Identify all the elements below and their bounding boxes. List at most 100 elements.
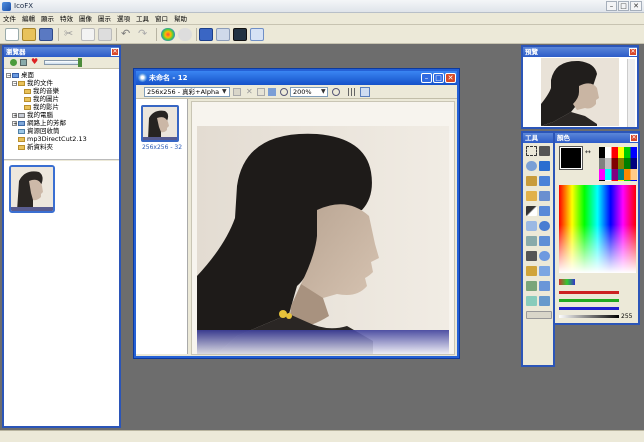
color-palette-row[interactable] — [599, 158, 637, 169]
alpha-slider[interactable] — [559, 315, 619, 318]
crop-tool-icon[interactable] — [539, 146, 550, 156]
close-button[interactable]: ✕ — [630, 1, 642, 11]
menu-tools[interactable]: 工具 — [133, 13, 152, 25]
document-toolbar: 256x256 - 真彩+Alpha ▼ ✕ 200% ▼ — [136, 85, 457, 99]
paste-icon[interactable] — [98, 28, 112, 41]
doc-minimize-button[interactable]: – — [421, 73, 432, 83]
tree-item[interactable]: mp3DirectCut2.13 — [6, 135, 118, 143]
canvas-background-icon[interactable] — [360, 87, 370, 97]
menu-help[interactable]: 幫助 — [171, 13, 190, 25]
color-replace-tool-icon[interactable] — [539, 281, 550, 291]
grid-icon[interactable] — [348, 88, 356, 96]
tree-item[interactable]: − 我的文件 — [6, 79, 118, 87]
open-icon[interactable] — [22, 28, 36, 41]
format-thumbnail[interactable] — [141, 105, 179, 142]
gradient-tool-icon[interactable] — [539, 236, 550, 246]
zoom-icon[interactable] — [250, 28, 264, 41]
browser-close-button[interactable]: ✕ — [111, 48, 119, 56]
tree-item[interactable]: 我的音樂 — [6, 87, 118, 95]
undo-icon[interactable]: ↶ — [121, 28, 135, 41]
ellipse-tool-icon[interactable] — [539, 221, 550, 231]
chevron-down-icon[interactable]: ▼ — [222, 88, 229, 96]
maximize-button[interactable]: □ — [618, 1, 629, 11]
fill-tool-icon[interactable] — [526, 191, 537, 201]
blue-slider[interactable] — [559, 307, 619, 310]
tree-item[interactable]: 資源回收筒 — [6, 127, 118, 135]
refresh-icon[interactable] — [10, 59, 17, 66]
preview-scrollbar[interactable] — [627, 59, 635, 127]
menu-window[interactable]: 窗口 — [152, 13, 171, 25]
copy-icon[interactable] — [81, 28, 95, 41]
minimize-button[interactable]: – — [606, 1, 617, 11]
color-palette-row[interactable] — [599, 169, 637, 180]
slider-thumb[interactable] — [78, 58, 82, 67]
lasso-tool-icon[interactable] — [526, 161, 537, 171]
thumbnail-size-slider[interactable] — [44, 60, 82, 65]
format-thumbnail-image — [143, 107, 177, 140]
pencil-tool-icon[interactable] — [526, 176, 537, 186]
tree-item[interactable]: + 我的電腦 — [6, 111, 118, 119]
screen-capture-icon[interactable] — [233, 28, 247, 41]
menu-edit[interactable]: 編輯 — [19, 13, 38, 25]
spray-tool-icon[interactable] — [539, 191, 550, 201]
doc-maximize-button[interactable]: □ — [433, 73, 444, 83]
color-spectrum-picker[interactable] — [559, 185, 636, 273]
menu-file[interactable]: 文件 — [0, 13, 19, 25]
new-format-icon[interactable] — [233, 88, 241, 96]
image-icon[interactable] — [199, 28, 213, 41]
menu-effects[interactable]: 特效 — [57, 13, 76, 25]
blur-tool-icon[interactable] — [526, 266, 537, 276]
extract-icon[interactable] — [216, 28, 230, 41]
folder-up-icon[interactable] — [20, 59, 27, 66]
favorite-icon[interactable]: ♥ — [31, 58, 39, 66]
green-slider[interactable] — [559, 299, 619, 302]
colors-close-button[interactable]: ✕ — [630, 134, 638, 142]
menu-view[interactable]: 顯示 — [38, 13, 57, 25]
new-icon[interactable] — [5, 28, 19, 41]
save-icon[interactable] — [39, 28, 53, 41]
format-select[interactable]: 256x256 - 真彩+Alpha — [144, 87, 230, 97]
brush-size-selector[interactable] — [526, 311, 552, 319]
tree-item[interactable]: − 桌面 — [6, 71, 118, 79]
tree-item[interactable]: + 網路上的芳鄰 — [6, 119, 118, 127]
export-icon[interactable] — [268, 88, 276, 96]
zoom-out-icon[interactable] — [280, 88, 288, 96]
redo-icon[interactable]: ↷ — [138, 28, 152, 41]
rectangle-tool-icon[interactable] — [539, 206, 550, 216]
sharpen-tool-icon[interactable] — [539, 266, 550, 276]
preview-close-button[interactable]: ✕ — [629, 48, 637, 56]
eraser-tool-icon[interactable] — [526, 236, 537, 246]
cut-icon[interactable]: ✂ — [64, 28, 78, 41]
tree-item[interactable]: 我的圖片 — [6, 95, 118, 103]
doc-close-button[interactable]: ✕ — [445, 73, 456, 83]
foreground-color-swatch[interactable] — [560, 147, 582, 169]
burn-tool-icon[interactable] — [539, 296, 550, 306]
swap-colors-icon[interactable]: ↔ — [585, 148, 591, 156]
tree-item[interactable]: 新資料夾 — [6, 143, 118, 151]
tree-item[interactable]: 我的影片 — [6, 103, 118, 111]
brush-tool-icon[interactable] — [539, 176, 550, 186]
selection-tool-icon[interactable] — [526, 146, 537, 156]
magic-wand-icon[interactable] — [539, 161, 550, 171]
windows-icon[interactable] — [161, 28, 175, 41]
eyedropper-tool-icon[interactable] — [526, 251, 537, 261]
panel-splitter[interactable] — [4, 159, 119, 161]
red-slider[interactable] — [559, 291, 619, 294]
zoom-chevron-down-icon[interactable]: ▼ — [321, 88, 326, 96]
zoom-in-icon[interactable] — [332, 88, 340, 96]
menu-options[interactable]: 選項 — [114, 13, 133, 25]
rounded-rect-tool-icon[interactable] — [526, 221, 537, 231]
browser-thumbnail[interactable] — [9, 165, 55, 213]
import-icon[interactable] — [257, 88, 265, 96]
menu-icon[interactable]: 圖示 — [95, 13, 114, 25]
delete-format-icon[interactable]: ✕ — [246, 87, 253, 96]
menu-image[interactable]: 圖像 — [76, 13, 95, 25]
apple-icon[interactable] — [178, 28, 192, 41]
icon-canvas[interactable] — [197, 126, 449, 354]
smudge-tool-icon[interactable] — [526, 281, 537, 291]
line-tool-icon[interactable] — [526, 206, 537, 216]
document-title: 未命名 - 12 — [136, 71, 457, 85]
color-mode-icon[interactable] — [559, 279, 575, 285]
magnifier-tool-icon[interactable] — [539, 251, 550, 261]
dodge-tool-icon[interactable] — [526, 296, 537, 306]
